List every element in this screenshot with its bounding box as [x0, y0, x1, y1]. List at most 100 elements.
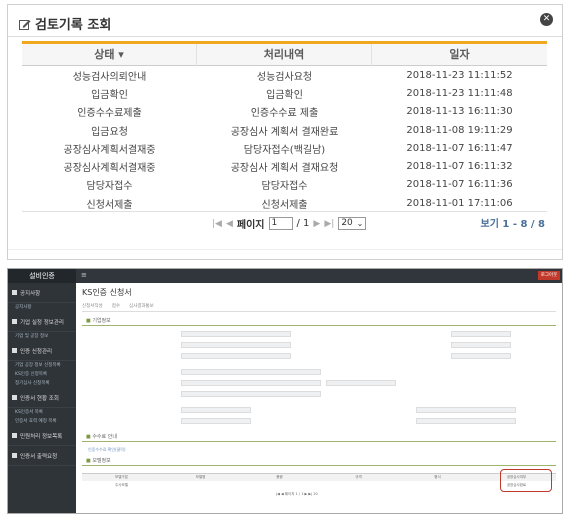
sidebar-item[interactable]: 인증서 현황 조회	[8, 388, 76, 408]
tab-application[interactable]: 신청서작성	[82, 303, 103, 309]
cell-action: 신청서제출	[261, 199, 308, 211]
page-label: 페이지	[236, 220, 265, 231]
page-size-select[interactable]: 20 ⌄	[338, 217, 367, 230]
manager-name-field[interactable]	[181, 407, 251, 413]
manager-mobile-field[interactable]	[416, 418, 516, 424]
product-pager: |◀ ◀ 페이지 1 / 1 ▶ ▶| 20	[276, 492, 318, 496]
sidebar-subitem[interactable]: KS인증 신청목록	[8, 370, 76, 379]
product-column-header: 형식	[434, 475, 441, 479]
column-date[interactable]: 일자	[372, 44, 547, 66]
brand-logo[interactable]: 설비인증	[8, 269, 76, 283]
sidebar-item[interactable]: 인증 신청관리	[8, 341, 76, 361]
tab-result[interactable]: 심사결과통보	[129, 303, 154, 309]
sidebar-item-label: 공지사항	[20, 290, 41, 297]
product-table-header: 모델구분 모델명 용량 규격 형식 공장심사여부	[82, 473, 556, 481]
product-column-header: 모델구분	[115, 475, 128, 479]
table-row[interactable]: 인증수수료제출 인증수수료 제출 2018-11-13 16:11:30	[22, 103, 547, 121]
sidebar-item-label: 인증서 현황 조회	[20, 395, 59, 402]
table-row[interactable]: 담당자접수 담당자접수 2018-11-07 16:11:36	[22, 176, 547, 194]
main-content: KS인증 신청서 신청서작성 접수 심사결과통보 기업정보 수수료 안내 인증수…	[76, 283, 562, 513]
cell-action: 인증수수료 제출	[250, 108, 319, 120]
next-page-button[interactable]: ▶	[313, 219, 320, 229]
cell-action: 공장심사 계획서 결재요청	[230, 163, 339, 175]
tabs: 신청서작성 접수 심사결과통보	[82, 303, 154, 309]
section-product: 모델정보	[86, 457, 110, 464]
top-bar: ≡ 로그아웃	[76, 269, 562, 283]
grid-header: 상태 ▾ 처리내역 일자	[22, 43, 547, 66]
cell-date: 2018-11-07 16:11:36	[406, 179, 513, 191]
pager-controls: |◀ ◀ 페이지 1 / 1 ▶ ▶| 20 ⌄	[212, 216, 367, 231]
history-grid: 상태 ▾ 처리내역 일자 성능검사의뢰안내 성능검사요청 2018-11-23 11…	[22, 41, 547, 212]
product-column-header: 용량	[276, 475, 283, 479]
sidebar-subitem[interactable]: KS인증서 목록	[8, 408, 76, 417]
address-detail-field[interactable]	[326, 380, 396, 386]
address-field[interactable]	[181, 380, 321, 386]
section-company: 기업정보	[86, 317, 110, 324]
fee-check-link[interactable]: 인증수수료 확인(클릭)	[88, 447, 126, 453]
chevron-down-icon: ⌄	[356, 219, 364, 228]
cell-action: 공장심사 계획서 결재완료	[230, 126, 339, 138]
cell-action: 담당자접수(백길남)	[243, 144, 326, 156]
menu-item-icon	[12, 453, 17, 458]
pager: |◀ ◀ 페이지 1 / 1 ▶ ▶| 20 ⌄ 보기 1 - 8 / 8	[22, 211, 547, 231]
product-column-header: 모델명	[195, 475, 206, 479]
edit-icon	[19, 20, 31, 30]
divider	[82, 441, 556, 442]
table-row[interactable]: 공장심사계획서결재중 담당자접수(백길남) 2018-11-07 16:11:47	[22, 139, 547, 157]
sidebar-subitem[interactable]: 기업 및 공장 정보	[8, 332, 76, 341]
sidebar-item[interactable]: 민원처리 정보목록	[8, 426, 76, 446]
sidebar: 설비인증 공지사항 공지사항 기업 실정 정보관리 기업 및 공장 정보 인증 신청관리…	[8, 269, 76, 513]
ceo-field[interactable]	[451, 331, 511, 337]
company-size-field[interactable]	[451, 342, 511, 348]
product-table-row[interactable]: 주사모델 공장심사완료	[82, 481, 556, 489]
table-row[interactable]: 공장심사계획서결재중 공장심사 계획서 결재요청 2018-11-07 16:11:…	[22, 157, 547, 175]
sidebar-subitem[interactable]: 정기심사 신청목록	[8, 379, 76, 388]
cell-date: 2018-11-23 11:11:52	[406, 69, 513, 81]
cell-status: 입금요청	[91, 126, 128, 138]
business-number-field[interactable]	[181, 342, 291, 348]
column-status[interactable]: 상태 ▾	[22, 43, 197, 66]
sidebar-item[interactable]: 공지사항	[8, 283, 76, 303]
cell-date: 2018-11-23 11:11:48	[406, 87, 513, 99]
region-field[interactable]	[451, 353, 511, 359]
sidebar-item[interactable]: 기업 실정 정보관리	[8, 312, 76, 332]
table-row[interactable]: 입금요청 공장심사 계획서 결재완료 2018-11-08 19:11:29	[22, 121, 547, 139]
sidebar-subitem[interactable]: 공지사항	[8, 303, 76, 312]
cell-action: 입금확인	[266, 89, 303, 101]
postcode-field[interactable]	[181, 369, 321, 375]
page-input[interactable]: 1	[268, 217, 293, 230]
cell-status: 공장심사계획서결재중	[63, 163, 156, 175]
divider	[82, 465, 556, 466]
last-page-button[interactable]: ▶|	[324, 219, 334, 229]
manager-phone-field[interactable]	[181, 418, 251, 424]
modal-title: 검토기록 조회	[19, 14, 111, 33]
table-row[interactable]: 신청서제출 신청서제출 2018-11-01 17:11:06	[22, 194, 547, 212]
sidebar-subitem[interactable]: 인증서 효력 예정 목록	[8, 417, 76, 426]
company-name-field[interactable]	[181, 331, 291, 337]
table-row[interactable]: 입금확인 입금확인 2018-11-23 11:11:48	[22, 84, 547, 102]
column-action[interactable]: 처리내역	[197, 43, 372, 66]
factory-address-field[interactable]	[181, 391, 321, 397]
menu-item-icon	[12, 433, 17, 438]
pager-info: 보기 1 - 8 / 8	[480, 219, 545, 230]
logout-button[interactable]: 로그아웃	[538, 271, 560, 280]
company-type-field[interactable]	[181, 353, 291, 359]
first-page-button[interactable]: |◀	[212, 219, 222, 229]
cell-action: 성능검사요청	[256, 71, 313, 83]
sidebar-item-label: 민원처리 정보목록	[20, 433, 63, 440]
close-icon[interactable]: ✕	[540, 13, 553, 26]
manager-email-field[interactable]	[416, 407, 516, 413]
menu-icon[interactable]: ≡	[81, 271, 87, 279]
page-size-value: 20	[341, 218, 353, 228]
prev-page-button[interactable]: ◀	[226, 219, 233, 229]
sidebar-item[interactable]: 인증서 출력요청	[8, 446, 76, 466]
cell-date: 2018-11-13 16:11:30	[406, 106, 513, 118]
cell-date: 2018-11-07 16:11:47	[406, 142, 513, 154]
sidebar-subitem[interactable]: 기업 공장 정보 신청목록	[8, 361, 76, 370]
product-column-header: 규격	[355, 475, 362, 479]
tab-receipt[interactable]: 접수	[112, 303, 120, 309]
highlight-box	[500, 469, 552, 492]
cell-status: 인증수수료제출	[77, 108, 142, 120]
page-title: KS인증 신청서	[82, 288, 132, 297]
table-row[interactable]: 성능검사의뢰안내 성능검사요청 2018-11-23 11:11:52	[22, 66, 547, 84]
